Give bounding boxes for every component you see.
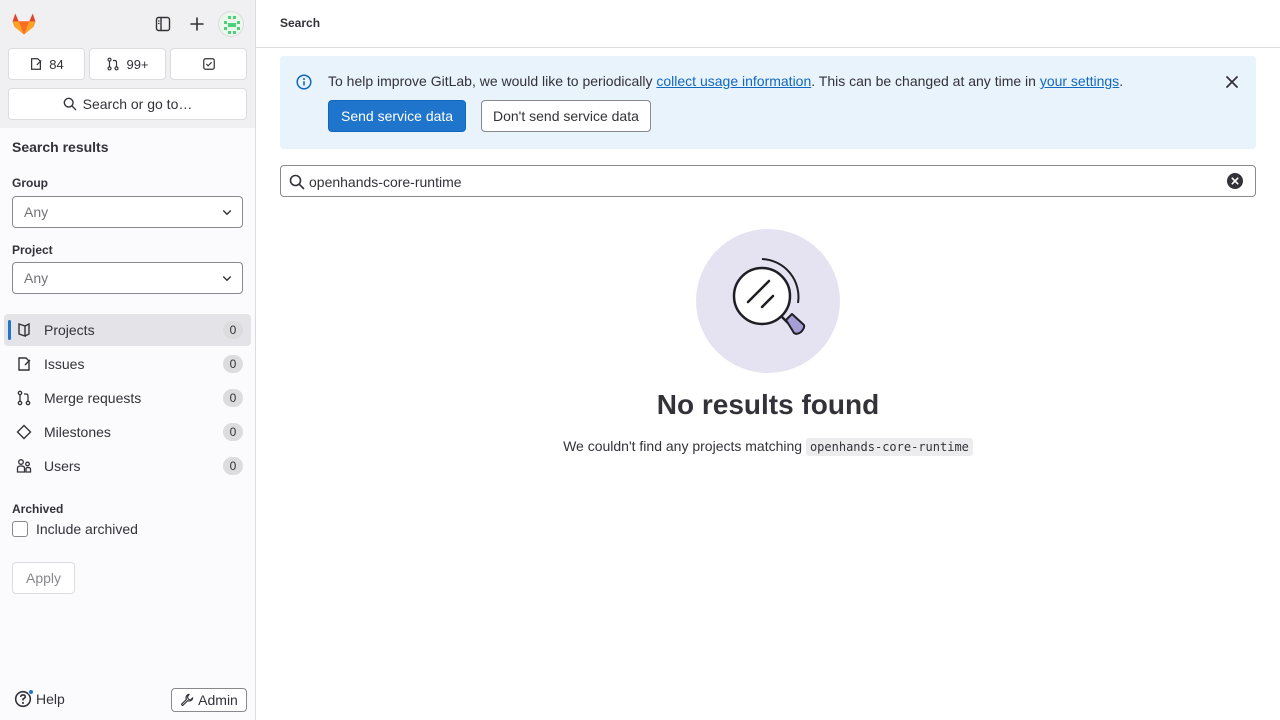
magnifying-glass-icon — [732, 258, 806, 335]
sidebar-item-label: Users — [44, 458, 81, 474]
project-filter-label: Project — [12, 243, 53, 257]
top-bar: Search — [256, 0, 1280, 48]
issues-count: 84 — [49, 56, 64, 72]
sidebar-item-label: Milestones — [44, 424, 111, 440]
sidebar-item-label: Merge requests — [44, 390, 142, 406]
todos-counter[interactable] — [170, 48, 247, 80]
todo-checkbox-icon — [202, 58, 215, 70]
info-icon — [296, 74, 312, 90]
admin-button[interactable]: Admin — [171, 688, 247, 712]
help-button[interactable]: Help — [14, 689, 65, 708]
empty-state-illustration — [696, 229, 840, 373]
count-badge: 0 — [223, 423, 243, 441]
merge-requests-count: 99+ — [126, 56, 149, 72]
search-input-value: openhands-core-runtime — [309, 174, 462, 190]
group-filter-select[interactable]: Any — [12, 196, 243, 228]
dont-send-service-data-button[interactable]: Don't send service data — [481, 100, 651, 132]
wrench-icon — [181, 693, 194, 706]
chevron-down-icon — [222, 210, 232, 216]
users-icon — [16, 459, 32, 473]
milestone-icon — [16, 424, 32, 440]
plus-icon — [190, 17, 204, 31]
issues-icon — [18, 357, 31, 371]
sidebar-item-users[interactable]: Users 0 — [4, 450, 251, 482]
search-results-heading: Search results — [12, 139, 109, 155]
include-archived-checkbox[interactable] — [12, 521, 28, 537]
project-filter-value: Any — [24, 270, 49, 286]
help-label: Help — [36, 691, 65, 707]
search-icon — [289, 174, 305, 190]
empty-state-title: No results found — [656, 389, 880, 420]
sidebar-item-label: Projects — [44, 322, 95, 338]
alert-message: To help improve GitLab, we would like to… — [328, 73, 1123, 89]
empty-state-query: openhands-core-runtime — [805, 438, 973, 456]
sidebar-item-milestones[interactable]: Milestones 0 — [4, 416, 251, 448]
project-filter-select[interactable]: Any — [12, 262, 243, 294]
sidebar-item-label: Issues — [44, 356, 85, 372]
toggle-sidebar-button[interactable] — [149, 10, 177, 38]
sidebar: 84 99+ Search or go to… Search results G… — [0, 0, 256, 720]
sidebar-item-merge-requests[interactable]: Merge requests 0 — [4, 382, 251, 414]
sidebar-item-projects[interactable]: Projects 0 — [4, 314, 251, 346]
notification-dot — [28, 689, 34, 695]
issues-icon — [31, 58, 42, 70]
user-avatar[interactable] — [218, 11, 244, 37]
close-icon[interactable] — [1224, 74, 1240, 90]
clear-icon[interactable] — [1227, 173, 1243, 189]
project-icon — [18, 322, 30, 337]
your-settings-link[interactable]: your settings — [1040, 73, 1119, 89]
sidebar-toggle-icon — [155, 16, 171, 32]
search-input[interactable]: openhands-core-runtime — [280, 165, 1256, 197]
create-new-button[interactable] — [183, 10, 211, 38]
archived-label: Archived — [12, 502, 64, 516]
service-data-alert: To help improve GitLab, we would like to… — [280, 56, 1256, 149]
sidebar-top: 84 99+ Search or go to… — [0, 0, 255, 128]
merge-request-icon — [17, 390, 31, 406]
count-badge: 0 — [223, 355, 243, 373]
sidebar-item-issues[interactable]: Issues 0 — [4, 348, 251, 380]
admin-label: Admin — [198, 692, 238, 708]
breadcrumb[interactable]: Search — [280, 16, 320, 30]
count-badge: 0 — [223, 457, 243, 475]
include-archived-label: Include archived — [36, 521, 138, 537]
empty-state-description: We couldn't find any projects matching o… — [256, 438, 1280, 456]
alert-text-after: . — [1119, 73, 1124, 89]
search-icon — [63, 97, 77, 111]
alert-text-middle: . This can be changed at any time in — [811, 73, 1040, 89]
avatar-identicon-icon — [224, 16, 240, 34]
apply-button[interactable]: Apply — [12, 562, 75, 594]
count-badge: 0 — [223, 389, 243, 407]
group-filter-value: Any — [24, 204, 49, 220]
assigned-issues-counter[interactable]: 84 — [8, 48, 85, 80]
search-or-go-to-button[interactable]: Search or go to… — [8, 88, 247, 120]
send-service-data-button[interactable]: Send service data — [328, 100, 467, 132]
merge-requests-counter[interactable]: 99+ — [89, 48, 166, 80]
collect-usage-link[interactable]: collect usage information — [656, 73, 811, 89]
empty-state-text: We couldn't find any projects matching — [563, 438, 803, 454]
group-filter-label: Group — [12, 176, 48, 190]
gitlab-logo-icon[interactable] — [10, 10, 38, 38]
count-badge: 0 — [223, 321, 243, 339]
merge-request-icon — [107, 57, 120, 71]
search-or-go-to-label: Search or go to… — [82, 96, 193, 112]
alert-text-before: To help improve GitLab, we would like to… — [328, 73, 657, 89]
chevron-down-icon — [222, 276, 232, 282]
include-archived-row[interactable]: Include archived — [12, 521, 138, 537]
